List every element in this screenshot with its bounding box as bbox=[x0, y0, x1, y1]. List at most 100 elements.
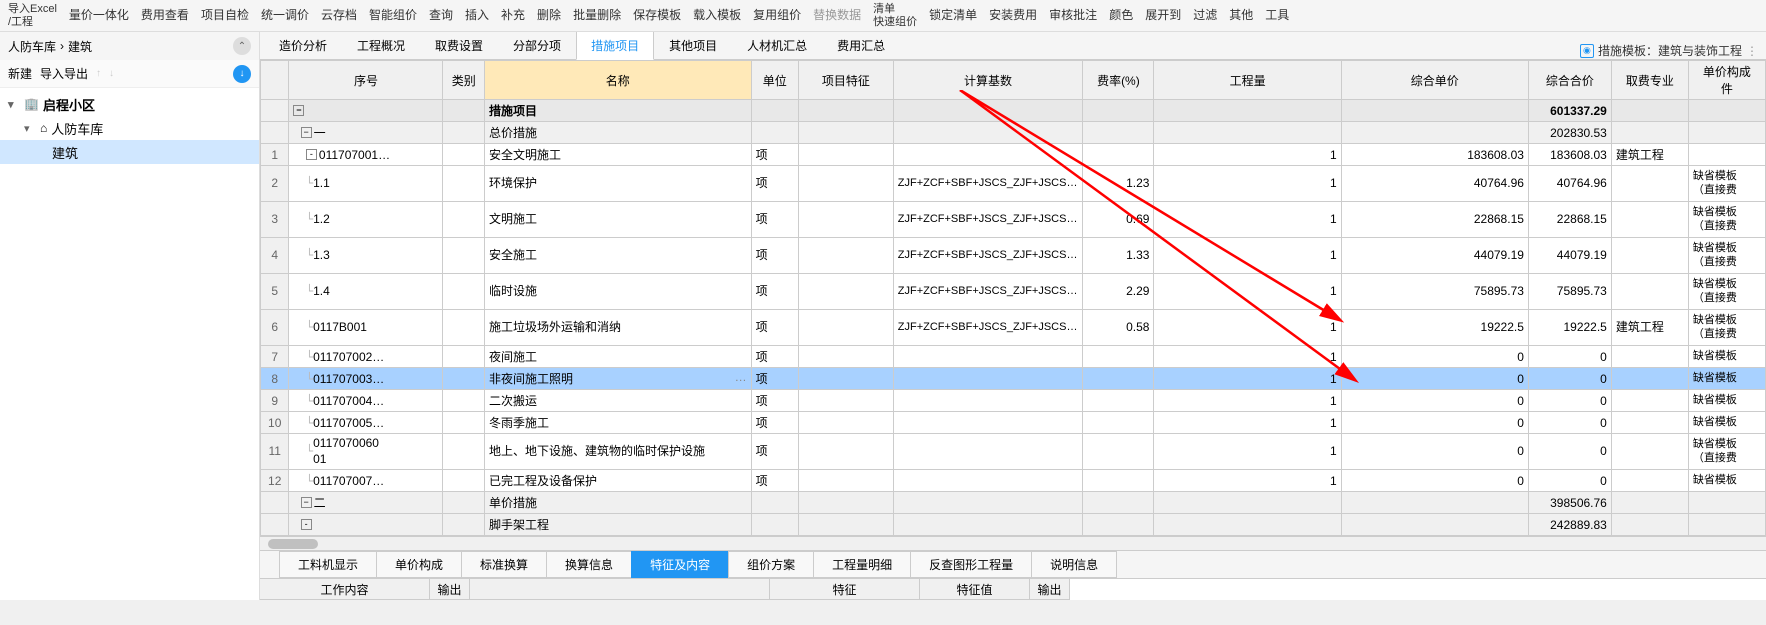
prof-cell[interactable] bbox=[1611, 434, 1688, 470]
total-cell[interactable]: 40764.96 bbox=[1528, 166, 1611, 202]
qty-cell[interactable]: 1 bbox=[1154, 202, 1341, 238]
toolbar-item[interactable]: 审核批注 bbox=[1049, 8, 1097, 22]
collapse-icon[interactable]: - bbox=[306, 149, 317, 160]
prof-cell[interactable] bbox=[1611, 346, 1688, 368]
toolbar-item[interactable]: 云存档 bbox=[321, 8, 357, 22]
feature-cell[interactable] bbox=[798, 492, 893, 514]
base-cell[interactable]: ZJF+ZCF+SBF+JSCS_ZJF+JSCS_ZCF+JSCS_SBF bbox=[893, 202, 1083, 238]
base-cell[interactable] bbox=[893, 514, 1083, 536]
table-row[interactable]: −措施项目601337.29 bbox=[261, 100, 1766, 122]
bottom-tab-2[interactable]: 标准换算 bbox=[461, 551, 547, 578]
bottom-header-cell[interactable]: 特征值 bbox=[920, 579, 1030, 600]
toolbar-item[interactable]: 统一调价 bbox=[261, 8, 309, 22]
unit-cell[interactable]: 项 bbox=[751, 434, 798, 470]
expand-icon[interactable]: ▾ bbox=[24, 122, 36, 135]
name-cell[interactable]: 二次搬运 bbox=[484, 390, 751, 412]
tab-5[interactable]: 其他项目 bbox=[654, 31, 732, 59]
bottom-tab-7[interactable]: 反查图形工程量 bbox=[910, 551, 1032, 578]
rate-cell[interactable]: 1.23 bbox=[1083, 166, 1154, 202]
toolbar-item[interactable]: 量价一体化 bbox=[69, 8, 129, 22]
name-cell[interactable]: 环境保护 bbox=[484, 166, 751, 202]
unit-cell[interactable] bbox=[751, 514, 798, 536]
rate-cell[interactable]: 2.29 bbox=[1083, 274, 1154, 310]
feature-cell[interactable] bbox=[798, 368, 893, 390]
toolbar-item[interactable]: 复用组价 bbox=[753, 8, 801, 22]
tpl-cell[interactable]: 缺省模板 bbox=[1688, 412, 1765, 434]
base-cell[interactable]: ZJF+ZCF+SBF+JSCS_ZJF+JSCS_ZCF+JSCS_SBF bbox=[893, 166, 1083, 202]
qty-cell[interactable]: 1 bbox=[1154, 346, 1341, 368]
template-label[interactable]: ◉措施模板：建筑与装饰工程 ⋮ bbox=[1580, 42, 1758, 59]
base-cell[interactable] bbox=[893, 122, 1083, 144]
rate-cell[interactable]: 0.69 bbox=[1083, 202, 1154, 238]
seq-cell[interactable]: └ 1.3 bbox=[289, 238, 443, 274]
feature-cell[interactable] bbox=[798, 346, 893, 368]
seq-cell[interactable]: └ 011707002… bbox=[289, 346, 443, 368]
table-container[interactable]: 序号类别名称单位项目特征计算基数费率(%)工程量综合单价综合合价取费专业单价构成… bbox=[260, 60, 1766, 536]
price-cell[interactable] bbox=[1341, 122, 1528, 144]
prof-cell[interactable] bbox=[1611, 122, 1688, 144]
total-cell[interactable]: 202830.53 bbox=[1528, 122, 1611, 144]
feature-cell[interactable] bbox=[798, 514, 893, 536]
total-cell[interactable]: 19222.5 bbox=[1528, 310, 1611, 346]
table-row[interactable]: - 脚手架工程242889.83 bbox=[261, 514, 1766, 536]
seq-cell[interactable]: − 二 bbox=[289, 492, 443, 514]
feature-cell[interactable] bbox=[798, 100, 893, 122]
feature-cell[interactable] bbox=[798, 412, 893, 434]
rate-cell[interactable] bbox=[1083, 514, 1154, 536]
toolbar-item[interactable]: 删除 bbox=[537, 8, 561, 22]
seq-cell[interactable]: − bbox=[289, 100, 443, 122]
tpl-cell[interactable] bbox=[1688, 492, 1765, 514]
table-row[interactable]: 6 └ 0117B001施工垃圾场外运输和消纳项ZJF+ZCF+SBF+JSCS… bbox=[261, 310, 1766, 346]
category-cell[interactable] bbox=[443, 412, 484, 434]
rate-cell[interactable] bbox=[1083, 144, 1154, 166]
qty-cell[interactable]: 1 bbox=[1154, 390, 1341, 412]
base-cell[interactable] bbox=[893, 492, 1083, 514]
feature-cell[interactable] bbox=[798, 470, 893, 492]
price-cell[interactable]: 0 bbox=[1341, 412, 1528, 434]
table-row[interactable]: 1 - 011707001…安全文明施工项1183608.03183608.03… bbox=[261, 144, 1766, 166]
feature-cell[interactable] bbox=[798, 166, 893, 202]
table-row[interactable]: 5 └ 1.4临时设施项ZJF+ZCF+SBF+JSCS_ZJF+JSCS_ZC… bbox=[261, 274, 1766, 310]
bottom-tab-6[interactable]: 工程量明细 bbox=[813, 551, 911, 578]
total-cell[interactable]: 44079.19 bbox=[1528, 238, 1611, 274]
unit-cell[interactable] bbox=[751, 492, 798, 514]
breadcrumb-item[interactable]: 建筑 bbox=[68, 38, 92, 55]
feature-cell[interactable] bbox=[798, 434, 893, 470]
feature-cell[interactable] bbox=[798, 238, 893, 274]
qty-cell[interactable]: 1 bbox=[1154, 434, 1341, 470]
category-cell[interactable] bbox=[443, 144, 484, 166]
toolbar-item[interactable]: 替换数据 bbox=[813, 8, 861, 22]
table-row[interactable]: 10 └ 011707005…冬雨季施工项100缺省模板 bbox=[261, 412, 1766, 434]
toolbar-item[interactable]: 导入Excel/工程 bbox=[8, 3, 57, 27]
tab-4[interactable]: 措施项目 bbox=[576, 31, 654, 60]
unit-cell[interactable]: 项 bbox=[751, 310, 798, 346]
base-cell[interactable]: ZJF+ZCF+SBF+JSCS_ZJF+JSCS_ZCF+JSCS_SBF bbox=[893, 238, 1083, 274]
toolbar-item[interactable]: 项目自检 bbox=[201, 8, 249, 22]
tpl-cell[interactable]: 缺省模板（直接费 bbox=[1688, 274, 1765, 310]
toolbar-item[interactable]: 安装费用 bbox=[989, 8, 1037, 22]
seq-cell[interactable]: └ 0117B001 bbox=[289, 310, 443, 346]
tpl-cell[interactable]: 缺省模板（直接费 bbox=[1688, 202, 1765, 238]
unit-cell[interactable]: 项 bbox=[751, 368, 798, 390]
unit-cell[interactable]: 项 bbox=[751, 346, 798, 368]
bottom-header-cell[interactable] bbox=[470, 579, 770, 600]
prof-cell[interactable] bbox=[1611, 390, 1688, 412]
seq-cell[interactable]: - 011707001… bbox=[289, 144, 443, 166]
rate-cell[interactable] bbox=[1083, 368, 1154, 390]
tree-item[interactable]: ▾🏢启程小区 bbox=[0, 92, 259, 116]
name-cell[interactable]: 安全施工 bbox=[484, 238, 751, 274]
prof-cell[interactable] bbox=[1611, 202, 1688, 238]
qty-cell[interactable]: 1 bbox=[1154, 166, 1341, 202]
bottom-tab-8[interactable]: 说明信息 bbox=[1031, 551, 1117, 578]
table-row[interactable]: 9 └ 011707004…二次搬运项100缺省模板 bbox=[261, 390, 1766, 412]
toolbar-item[interactable]: 其他 bbox=[1229, 8, 1253, 22]
toolbar-item[interactable]: 展开到 bbox=[1145, 8, 1181, 22]
unit-cell[interactable]: 项 bbox=[751, 166, 798, 202]
base-cell[interactable] bbox=[893, 368, 1083, 390]
prof-cell[interactable] bbox=[1611, 470, 1688, 492]
column-header[interactable]: 计算基数 bbox=[893, 61, 1083, 100]
unit-cell[interactable] bbox=[751, 100, 798, 122]
seq-cell[interactable]: └ 011707005… bbox=[289, 412, 443, 434]
tpl-cell[interactable]: 缺省模板 bbox=[1688, 470, 1765, 492]
toolbar-item[interactable]: 智能组价 bbox=[369, 8, 417, 22]
